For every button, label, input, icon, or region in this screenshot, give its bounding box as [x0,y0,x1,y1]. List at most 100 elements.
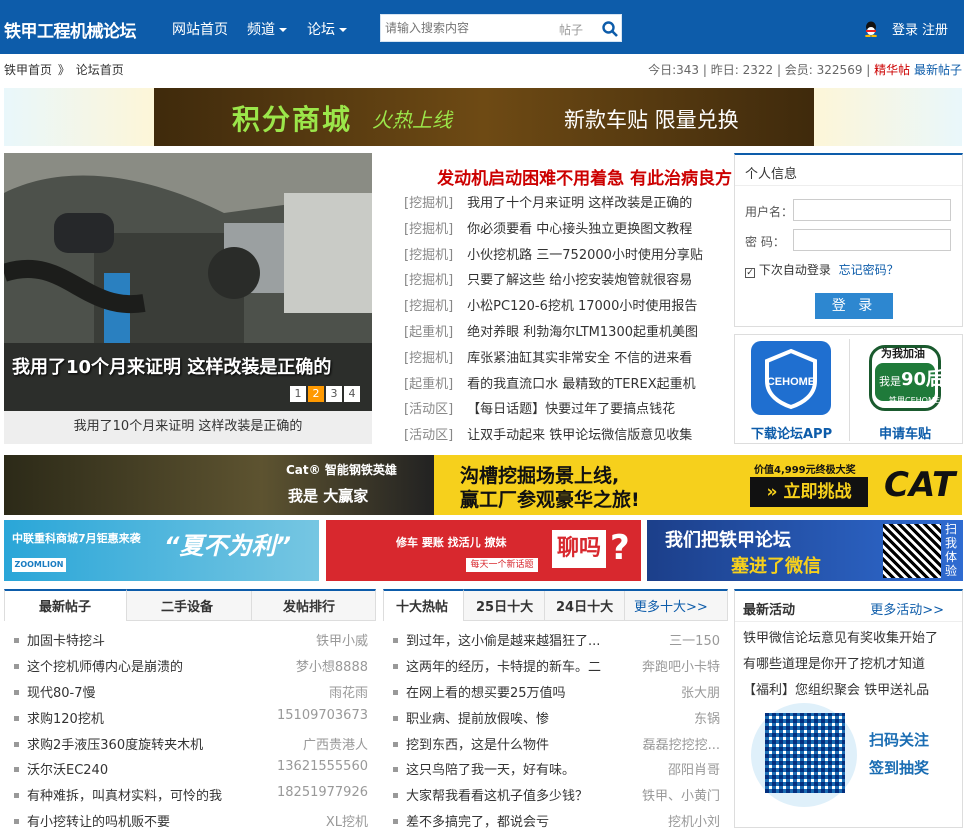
activity-item-2[interactable]: 有哪些道理是你开了挖机才知道 [743,653,925,672]
zoomlion-banner[interactable]: 中联重科商城7月钜惠来袭 “夏不为利” ZOOMLION [4,520,319,581]
list-item[interactable]: 加固卡特挖斗 铁甲小威 [4,630,376,656]
list-item[interactable]: 这两年的经历，卡特提的新车。二 奔跑吧小卡特 [383,655,728,682]
thread-category[interactable]: [起重机] [404,325,453,340]
list-item-author[interactable]: 磊磊挖挖挖... [636,733,720,753]
thread-category[interactable]: [挖掘机] [404,248,453,263]
crumb-home[interactable]: 铁甲首页 [4,63,52,77]
tab-ranking[interactable]: 发帖排行 [283,596,335,615]
list-item[interactable]: 有种难拆，叫真材实料，可怜的我 18251977926 [4,785,376,811]
search-input[interactable] [385,19,545,37]
sticker-label[interactable]: 申请车贴 [879,423,931,442]
list-item[interactable]: 这只鸟陪了我一天，好有味。 邵阳肖哥 [383,759,728,785]
list-item-author[interactable]: 广西贵港人 [296,733,368,753]
tab-25-top10[interactable]: 25日十大 [476,596,533,615]
list-item-author[interactable]: 铁甲小威 [309,630,368,649]
list-item[interactable]: 求购2手液压360度旋转夹木机 广西贵港人 [4,733,376,760]
password-field[interactable] [793,229,951,251]
points-mall-banner[interactable]: 积分商城 火热上线 新款车贴 限量兑换 [4,88,962,146]
slide-subcaption[interactable]: 我用了10个月来证明 这样改装是正确的 [4,415,372,434]
list-item-author[interactable]: 15109703673 [271,707,368,723]
login-link[interactable]: 登录 [892,19,918,38]
thread-item[interactable]: [活动区] 【每日话题】快要过年了要搞点钱花 [404,398,730,424]
thread-category[interactable]: [挖掘机] [404,222,453,237]
thread-item[interactable]: [挖掘机] 你必须要看 中心接头独立更换图文教程 [404,218,730,244]
thread-item[interactable]: [活动区] 让双手动起来 铁甲论坛微信版意见收集 [404,424,730,450]
list-item[interactable]: 差不多搞完了，都说会亏 挖机小刘 [383,811,728,837]
list-item-author[interactable]: 三一150 [663,630,720,649]
list-item[interactable]: 有小挖转让的吗机贩不要 XL挖机 [4,811,376,837]
tab-top10[interactable]: 十大热帖 [396,596,448,615]
newest-link[interactable]: 最新帖子 [914,63,962,77]
chat-banner[interactable]: 修车 要账 找活儿 撩妹 聊吗 ? 每天一个新话题 [326,520,641,581]
slide-page-4[interactable]: 4 [344,386,360,402]
thread-item[interactable]: [挖掘机] 库张紧油缸其实非常安全 不信的进来看 [404,347,730,373]
list-item[interactable]: 挖到东西，这是什么物件 磊磊挖挖挖... [383,733,728,760]
tab-24-top10[interactable]: 24日十大 [556,596,613,615]
slide-caption[interactable]: 我用了10个月来证明 这样改装是正确的 [12,353,331,379]
activity-item-3[interactable]: 【福利】您组织聚会 铁甲送礼品 [743,679,929,698]
list-item-author[interactable]: 18251977926 [271,785,368,801]
thread-category[interactable]: [挖掘机] [404,273,453,288]
tab-latest[interactable]: 最新帖子 [39,596,91,615]
list-item[interactable]: 到过年，这小偷是越来越猖狂了... 三一150 [383,630,728,656]
list-item-author[interactable]: 挖机小刘 [661,811,720,831]
qq-penguin-icon[interactable] [864,21,878,37]
thread-category[interactable]: [挖掘机] [404,299,453,314]
search-icon[interactable] [601,20,619,38]
thread-item[interactable]: [起重机] 看的我直流口水 最精致的TEREX起重机 [404,373,730,399]
slide-page-2[interactable]: 2 [308,386,324,402]
list-item-author[interactable]: 铁甲、小黄门 [635,785,720,805]
list-item[interactable]: 职业病、提前放假唉、惨 东锅 [383,707,728,734]
app-download-tile[interactable]: CEHOME [751,341,831,415]
list-item[interactable]: 求购120挖机 15109703673 [4,707,376,734]
activity-item-1[interactable]: 铁甲微信论坛意见有奖收集开始了 [743,627,938,646]
login-button[interactable]: 登 录 [815,293,893,319]
list-item-author[interactable]: 东锅 [687,707,720,727]
nav-forum[interactable]: 论坛 [307,19,347,39]
list-item-author[interactable]: XL挖机 [319,811,368,831]
tab-used[interactable]: 二手设备 [161,596,213,615]
thread-item[interactable]: [挖掘机] 只要了解这些 给小挖安装炮管就很容易 [404,269,730,295]
list-item-author[interactable]: 奔跑吧小卡特 [635,655,720,675]
featured-slideshow[interactable]: 我用了10个月来证明 这样改装是正确的 1234 我用了10个月来证明 这样改装… [4,153,372,444]
list-item[interactable]: 沃尔沃EC240 13621555560 [4,759,376,785]
thread-category[interactable]: [起重机] [404,377,453,392]
slide-page-1[interactable]: 1 [290,386,306,402]
thread-category[interactable]: [活动区] [404,428,453,443]
thread-item[interactable]: [挖掘机] 小松PC120-6挖机 17000小时使用报告 [404,295,730,321]
thread-category[interactable]: [活动区] [404,402,453,417]
slide-page-3[interactable]: 3 [326,386,342,402]
forgot-password-link[interactable]: 忘记密码？ [839,263,899,277]
list-item-author[interactable]: 邵阳肖哥 [661,759,720,779]
slide-photo[interactable]: 我用了10个月来证明 这样改装是正确的 1234 [4,153,372,411]
list-item[interactable]: 现代80-7慢 雨花雨 [4,681,376,708]
more-activity-link[interactable]: 更多活动>> [870,599,944,618]
thread-item[interactable]: [起重机] 绝对养眼 利勃海尔LTM1300起重机美图 [404,321,730,347]
thread-category[interactable]: [挖掘机] [404,196,453,211]
nav-home[interactable]: 网站首页 [172,19,228,39]
sticker-tile[interactable]: 为我加油 我是 90后 铁甲CEHOME [865,341,945,415]
list-item[interactable]: 这个挖机师傅内心是崩溃的 梦小想8888 [4,655,376,682]
list-item[interactable]: 大家帮我看看这机子值多少钱？ 铁甲、小黄门 [383,785,728,811]
list-item-author[interactable]: 13621555560 [271,759,368,775]
list-item-author[interactable]: 雨花雨 [322,681,368,701]
cat-cta-button[interactable]: » 立即挑战 [750,477,868,507]
site-logo[interactable]: 铁甲工程机械论坛 [4,17,137,42]
headline[interactable]: 发动机启动困难不用着急 有此治病良方 [404,164,732,189]
cat-banner[interactable]: Cat® 智能钢铁英雄 我是 大赢家 沟槽挖掘场景上线, 赢工厂参观豪华之旅! … [4,455,962,515]
thread-category[interactable]: [挖掘机] [404,351,453,366]
app-download-label[interactable]: 下载论坛APP [751,423,832,442]
list-item[interactable]: 在网上看的想买要25万值吗 张大朋 [383,681,728,708]
list-item-author[interactable]: 张大朋 [674,681,720,701]
more-top10-link[interactable]: 更多十大>> [634,596,708,615]
username-field[interactable] [793,199,951,221]
crumb-forum[interactable]: 论坛首页 [76,63,124,77]
elite-link[interactable]: 精华帖 [874,63,910,77]
thread-item[interactable]: [挖掘机] 小伙挖机路 三一752000小时使用分享贴 [404,244,730,270]
remember-checkbox[interactable]: ✓ [745,268,755,278]
wechat-banner[interactable]: 我们把铁甲论坛 塞进了微信 扫我体验 [647,520,963,581]
thread-item[interactable]: [挖掘机] 我用了十个月来证明 这样改装是正确的 [404,192,730,218]
list-item-author[interactable]: 梦小想8888 [289,655,368,675]
register-link[interactable]: 注册 [922,19,948,38]
nav-channel[interactable]: 频道 [247,19,287,39]
